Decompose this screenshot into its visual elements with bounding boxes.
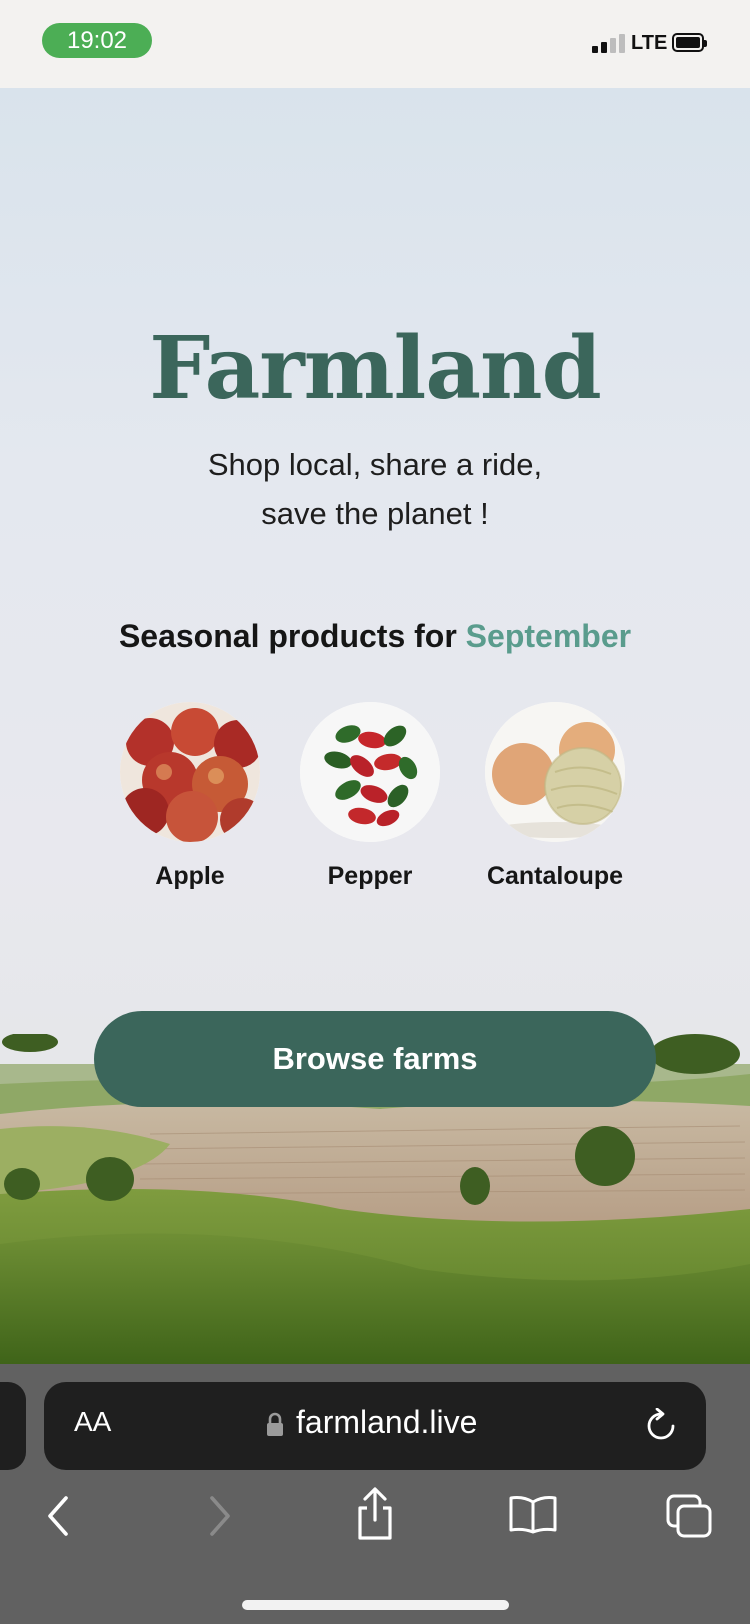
- share-icon[interactable]: [354, 1486, 396, 1542]
- browse-farms-button[interactable]: Browse farms: [94, 1011, 656, 1107]
- previous-tab-preview[interactable]: [0, 1382, 26, 1470]
- bookmarks-icon[interactable]: [508, 1494, 558, 1534]
- forward-icon[interactable]: [206, 1494, 234, 1538]
- product-name: Pepper: [327, 862, 413, 890]
- seasonal-heading: Seasonal products for September: [0, 618, 750, 655]
- seasonal-month: September: [465, 618, 632, 654]
- cantaloupe-image: [485, 702, 625, 842]
- battery-icon: [672, 33, 707, 52]
- brand-title: Farmland: [149, 318, 601, 419]
- home-indicator[interactable]: [242, 1600, 509, 1610]
- url-text[interactable]: farmland.live: [296, 1404, 477, 1441]
- product-name: Apple: [155, 862, 225, 890]
- product-apple[interactable]: Apple: [100, 702, 280, 891]
- tagline-line-1: Shop local, share a ride,: [207, 447, 543, 482]
- browser-toolbar: AA farmland.live: [0, 1364, 750, 1624]
- back-icon[interactable]: [44, 1494, 72, 1538]
- browser-nav-row: [0, 1487, 750, 1554]
- tagline: Shop local, share a ride, save the plane…: [0, 440, 750, 538]
- pepper-image: [300, 702, 440, 842]
- network-type: LTE: [631, 32, 668, 54]
- text-size-button[interactable]: AA: [74, 1406, 111, 1438]
- tabs-icon[interactable]: [666, 1494, 714, 1540]
- product-cantaloupe[interactable]: Cantaloupe: [465, 702, 645, 891]
- address-bar[interactable]: AA farmland.live: [44, 1382, 706, 1470]
- product-name: Cantaloupe: [486, 862, 624, 890]
- lock-icon: [267, 1412, 283, 1436]
- product-pepper[interactable]: Pepper: [280, 702, 460, 891]
- apple-image: [120, 702, 260, 842]
- reload-icon[interactable]: [644, 1408, 678, 1444]
- hero-section: Farmland Shop local, share a ride, save …: [0, 88, 750, 1364]
- tagline-line-2: save the planet !: [261, 496, 489, 531]
- signal-icon: [592, 34, 625, 53]
- status-time: 19:02: [42, 23, 152, 58]
- seasonal-prefix: Seasonal products for: [118, 618, 457, 654]
- status-bar: 19:02 LTE: [0, 0, 750, 88]
